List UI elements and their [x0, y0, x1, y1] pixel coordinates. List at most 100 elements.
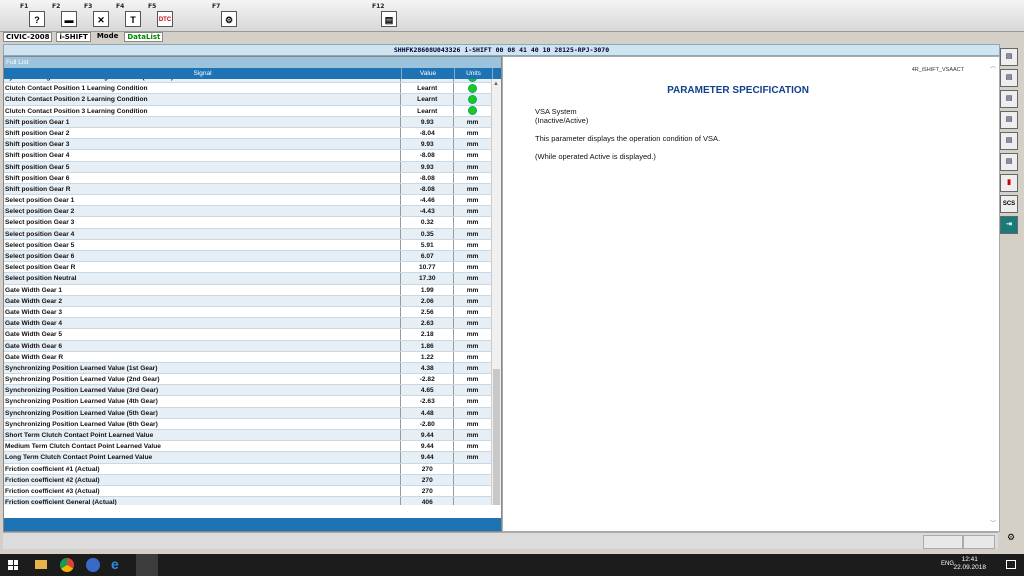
- table-row[interactable]: Select position Gear 4 0.35 mm: [4, 228, 491, 240]
- table-row[interactable]: Shift position Gear 6 -8.08 mm: [4, 172, 491, 184]
- table-row[interactable]: Gate Width Gear 2 2.06 mm: [4, 295, 491, 307]
- clock[interactable]: 12:41 22.09.2018: [953, 556, 986, 572]
- signal-unit: mm: [466, 197, 479, 205]
- table-row[interactable]: Friction coefficient #1 (Actual) 270: [4, 463, 491, 475]
- toolbar-button-f4[interactable]: F4 T: [116, 3, 146, 29]
- signal-name: Gate Width Gear 4: [4, 318, 402, 329]
- thermo-icon[interactable]: ▮: [1000, 174, 1018, 192]
- system-label: i-SHIFT: [56, 32, 91, 42]
- table-row[interactable]: Shift position Gear 4 -8.08 mm: [4, 150, 491, 162]
- signal-name: Select position Gear 6: [4, 251, 402, 262]
- signal-name: Select position Neutral: [4, 273, 402, 284]
- toolbar-button-f7[interactable]: F7 ⚙: [212, 3, 242, 29]
- scroll-up-icon[interactable]: ▲: [493, 81, 499, 87]
- app-icon[interactable]: [86, 558, 100, 572]
- ie-icon[interactable]: e: [111, 557, 119, 571]
- table-row[interactable]: Synchronizing Position Learned Value (3r…: [4, 385, 491, 397]
- signal-value: 4.65: [401, 385, 455, 396]
- table-row[interactable]: Select position Neutral 17.30 mm: [4, 273, 491, 285]
- table-row[interactable]: Shift position Gear 1 9.93 mm: [4, 116, 491, 128]
- spec-title: PARAMETER SPECIFICATION: [667, 85, 809, 96]
- table-row[interactable]: Clutch Contact Position 3 Learning Condi…: [4, 105, 491, 117]
- toolbar-button-f12[interactable]: F12 ▤: [372, 3, 402, 29]
- table-row[interactable]: Friction coefficient #2 (Actual) 270: [4, 474, 491, 486]
- signal-value: 1.22: [401, 351, 455, 362]
- table-row[interactable]: Select position Gear 3 0.32 mm: [4, 217, 491, 229]
- table-row[interactable]: Shift position Gear 2 -8.04 mm: [4, 127, 491, 140]
- scroll-thumb[interactable]: [493, 369, 500, 505]
- clock-date: 22.09.2018: [953, 564, 986, 571]
- table-row[interactable]: Short Term Clutch Contact Point Learned …: [4, 430, 491, 442]
- signal-name: Clutch Contact Position 2 Learning Condi…: [4, 94, 402, 105]
- status-cell: [923, 535, 963, 549]
- table-row[interactable]: Shift position Gear R -8.08 mm: [4, 183, 491, 196]
- toolbar-button-f1[interactable]: F1?: [20, 3, 50, 29]
- table-row[interactable]: Gate Width Gear 5 2.18 mm: [4, 329, 491, 341]
- settings-icon[interactable]: ▤: [1000, 153, 1018, 171]
- table-row[interactable]: Select position Gear 2 -4.43 mm: [4, 206, 491, 218]
- scs-icon[interactable]: SCS: [1000, 195, 1018, 213]
- table-row[interactable]: Synchronizing Position Learned Value (2n…: [4, 374, 491, 386]
- spec-scrollbar[interactable]: ︿ ﹀: [990, 61, 997, 527]
- column-signal[interactable]: Signal: [4, 68, 402, 79]
- status-led-cell: [454, 83, 491, 93]
- chrome-icon[interactable]: [60, 558, 74, 572]
- spec-body: VSA System (Inactive/Active) This parame…: [535, 107, 720, 170]
- chevron-down-icon[interactable]: ﹀: [990, 518, 996, 527]
- notification-icon[interactable]: [1006, 560, 1016, 569]
- table-row[interactable]: Medium Term Clutch Contact Point Learned…: [4, 441, 491, 453]
- table-row[interactable]: Gate Width Gear 1 1.99 mm: [4, 284, 491, 296]
- ecu-identifier: SHHFK28608U043326 i-SHIFT 00 08 41 40 10…: [3, 44, 1000, 56]
- table-row[interactable]: Select position Gear R 10.77 mm: [4, 262, 491, 274]
- table-row[interactable]: Synchronizing Position Learned Value (5t…: [4, 407, 491, 419]
- table-row[interactable]: Friction coefficient General (Actual) 406: [4, 497, 491, 505]
- table-row[interactable]: Gate Width Gear 6 1.86 mm: [4, 340, 491, 352]
- table-row[interactable]: Select position Gear 5 5.91 mm: [4, 239, 491, 251]
- table-row[interactable]: Friction coefficient #3 (Actual) 270: [4, 485, 491, 498]
- start-icon[interactable]: [8, 560, 18, 570]
- folder-icon[interactable]: [35, 560, 47, 569]
- toolbar-button-f5[interactable]: F5 DTC: [148, 3, 178, 29]
- signal-value: 270: [401, 474, 455, 485]
- table-row[interactable]: Synchronizing Position Learned Value (6t…: [4, 418, 491, 430]
- signal-unit: mm: [466, 253, 479, 260]
- column-value[interactable]: Value: [402, 68, 455, 79]
- signal-value: -8.04: [401, 127, 455, 139]
- hds-app-icon[interactable]: [136, 554, 158, 576]
- table-row[interactable]: Gate Width Gear R 1.22 mm: [4, 351, 491, 363]
- table-row[interactable]: Clutch Contact Position 2 Learning Condi…: [4, 94, 491, 106]
- spec-panel: 4R_iSHIFT_VSAACT PARAMETER SPECIFICATION…: [502, 56, 1000, 532]
- table-row[interactable]: Shift position Gear 3 9.93 mm: [4, 139, 491, 151]
- printer-icon[interactable]: ▤: [1000, 48, 1018, 66]
- table-row[interactable]: Synchronizing Position Learned Value (4t…: [4, 396, 491, 408]
- table-row[interactable]: Select position Gear 1 -4.46 mm: [4, 195, 491, 207]
- grid-icon[interactable]: ▤: [1000, 132, 1018, 150]
- table-row[interactable]: Shift position Gear 5 9.93 mm: [4, 161, 491, 173]
- info-icon[interactable]: ▤: [1000, 111, 1018, 129]
- snapshot-icon[interactable]: ▤: [1000, 69, 1018, 87]
- exit-icon[interactable]: ⇥: [1000, 216, 1018, 234]
- list-scrollbar[interactable]: ▲: [491, 79, 501, 505]
- signal-name: Synchronizing Position Learning Conditio…: [4, 79, 402, 83]
- tools-icon: ✕: [93, 11, 109, 27]
- signal-unit: mm: [466, 174, 479, 182]
- toolbar-button-f2[interactable]: F2 ▬: [52, 3, 82, 29]
- table-row[interactable]: Clutch Contact Position 1 Learning Condi…: [4, 83, 491, 95]
- signal-name: Shift position Gear 5: [4, 161, 402, 172]
- toolbar-button-f3[interactable]: F3 ✕: [84, 3, 114, 29]
- table-row[interactable]: Synchronizing Position Learned Value (1s…: [4, 362, 491, 375]
- table-row[interactable]: Select position Gear 6 6.07 mm: [4, 251, 491, 263]
- help-icon: ?: [29, 11, 45, 27]
- chevron-up-icon[interactable]: ︿: [990, 61, 996, 70]
- table-row[interactable]: Long Term Clutch Contact Point Learned V…: [4, 452, 491, 464]
- signal-value: 9.93: [401, 139, 455, 150]
- table-row[interactable]: Gate Width Gear 4 2.63 mm: [4, 318, 491, 330]
- signal-name: Medium Term Clutch Contact Point Learned…: [4, 441, 402, 452]
- list-icon[interactable]: ▤: [1000, 90, 1018, 108]
- table-row[interactable]: Gate Width Gear 3 2.56 mm: [4, 306, 491, 319]
- language-indicator[interactable]: ENG: [941, 561, 954, 567]
- signal-unit: mm: [466, 308, 479, 316]
- column-units[interactable]: Units: [455, 68, 493, 79]
- signal-unit: mm: [466, 264, 479, 272]
- signal-value: -2.82: [401, 374, 455, 385]
